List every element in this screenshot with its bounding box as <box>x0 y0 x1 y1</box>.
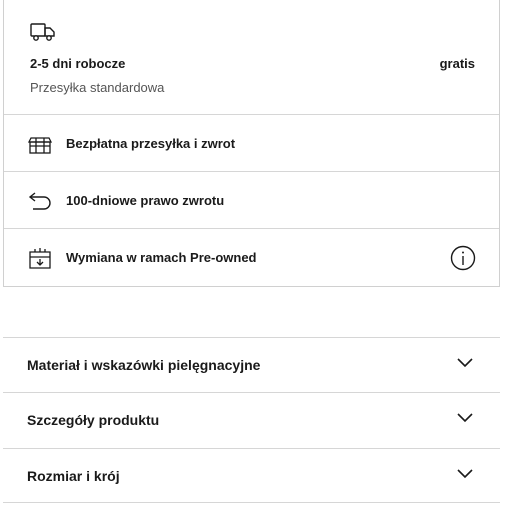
preowned-box-icon <box>29 248 51 269</box>
chevron-down-icon <box>457 413 473 423</box>
shipping-time: 2-5 dni robocze <box>30 56 126 71</box>
accordion-size-fit[interactable]: Rozmiar i krój <box>3 448 500 503</box>
shipping-option: 2-5 dni robocze gratis Przesyłka standar… <box>4 0 499 115</box>
chevron-down-icon <box>457 469 473 479</box>
feature-preowned-exchange: Wymiana w ramach Pre-owned <box>4 229 499 286</box>
info-icon[interactable] <box>450 245 476 271</box>
shipping-price: gratis <box>439 56 475 71</box>
feature-return-policy: 100-dniowe prawo zwrotu <box>4 172 499 229</box>
accordion-product-details[interactable]: Szczegóły produktu <box>3 392 500 447</box>
truck-icon <box>30 23 55 41</box>
box-icon <box>27 137 53 154</box>
feature-label: 100-dniowe prawo zwrotu <box>66 193 225 208</box>
feature-label: Bezpłatna przesyłka i zwrot <box>66 136 236 151</box>
accordion-label: Rozmiar i krój <box>27 468 120 484</box>
feature-free-shipping: Bezpłatna przesyłka i zwrot <box>4 115 499 172</box>
chevron-down-icon <box>457 358 473 368</box>
accordion-label: Materiał i wskazówki pielęgnacyjne <box>27 357 261 373</box>
feature-label: Wymiana w ramach Pre-owned <box>66 250 257 265</box>
delivery-info-card: 2-5 dni robocze gratis Przesyłka standar… <box>3 0 500 287</box>
return-arrow-icon <box>28 192 51 210</box>
shipping-method: Przesyłka standardowa <box>30 80 165 95</box>
accordion-material-care[interactable]: Materiał i wskazówki pielęgnacyjne <box>3 337 500 392</box>
accordion-label: Szczegóły produktu <box>27 412 160 428</box>
